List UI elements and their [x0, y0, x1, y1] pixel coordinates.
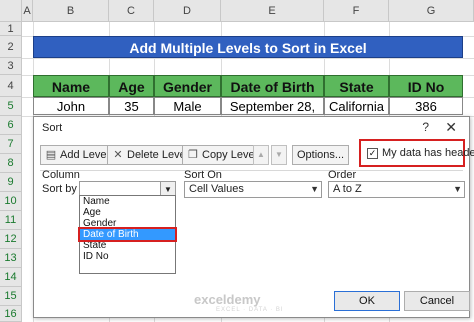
column-header-b[interactable]: B — [33, 0, 109, 22]
column-header-g[interactable]: G — [389, 0, 474, 22]
list-item[interactable]: Name — [80, 196, 175, 207]
sort-dialog: Sort ? ✕ ▤ Add Level ✕ Delete Level ❐ Copy … — [33, 116, 474, 318]
watermark-tagline: EXCEL · DATA · BI — [216, 307, 284, 313]
header-cell-name[interactable]: Name — [33, 75, 109, 97]
list-item[interactable]: Age — [80, 207, 175, 218]
row-header-15[interactable]: 15 — [0, 287, 22, 306]
help-button[interactable]: ? — [422, 120, 429, 134]
ok-button[interactable]: OK — [334, 291, 400, 311]
row-header-8[interactable]: 8 — [0, 154, 22, 173]
sheet-title[interactable]: Add Multiple Levels to Sort in Excel — [33, 36, 463, 58]
header-cell-gender[interactable]: Gender — [154, 75, 221, 97]
list-item-selected[interactable]: Date of Birth — [78, 227, 177, 242]
header-cell-age[interactable]: Age — [109, 75, 154, 97]
delete-level-button[interactable]: ✕ Delete Level — [107, 145, 194, 165]
column-header-c[interactable]: C — [109, 0, 154, 22]
chevron-down-icon: ▼ — [310, 184, 319, 194]
my-data-has-headers-label[interactable]: My data has headers — [382, 147, 474, 159]
add-level-icon: ▤ — [45, 149, 57, 161]
options-button[interactable]: Options... — [292, 145, 350, 165]
copy-level-label: Copy Level — [202, 149, 258, 161]
sort-by-label: Sort by — [42, 183, 77, 195]
row-header-13[interactable]: 13 — [0, 249, 22, 268]
move-down-icon: ▼ — [275, 150, 283, 159]
copy-icon: ❐ — [188, 149, 198, 161]
list-item[interactable]: Gender — [80, 218, 175, 229]
data-cell-name[interactable]: John — [33, 97, 109, 115]
order-value: A to Z — [333, 183, 362, 195]
row-header-6[interactable]: 6 — [0, 116, 22, 135]
sort-on-caption: Sort On — [184, 169, 222, 181]
row-header-5[interactable]: 5 — [0, 97, 22, 116]
cancel-button[interactable]: Cancel — [404, 291, 470, 311]
column-header-a[interactable]: A — [22, 0, 33, 22]
watermark-logo: exceldemy — [194, 292, 261, 307]
add-level-label: Add Level — [60, 149, 109, 161]
list-item[interactable]: ID No — [80, 251, 175, 262]
close-button[interactable]: ✕ — [445, 119, 457, 136]
column-header-f[interactable]: F — [324, 0, 389, 22]
row-header-14[interactable]: 14 — [0, 268, 22, 287]
list-item[interactable]: State — [80, 240, 175, 251]
column-header-e[interactable]: E — [221, 0, 324, 22]
headers-checkbox-highlight: ✓ My data has headers — [359, 139, 474, 167]
delete-level-label: Delete Level — [127, 149, 189, 161]
select-all-corner[interactable] — [0, 0, 22, 22]
row-header-7[interactable]: 7 — [0, 135, 22, 154]
chevron-down-icon: ▼ — [453, 184, 462, 194]
dialog-title: Sort — [42, 122, 63, 134]
row-header-2[interactable]: 2 — [0, 36, 22, 58]
data-cell-id-no[interactable]: 386 — [389, 97, 463, 115]
row-header-16[interactable]: 16 — [0, 306, 22, 322]
data-cell-state[interactable]: California — [324, 97, 389, 115]
add-level-button[interactable]: ▤ Add Level — [40, 145, 114, 165]
header-cell-date-of-birth[interactable]: Date of Birth — [221, 75, 324, 97]
row-header-10[interactable]: 10 — [0, 192, 22, 211]
divider — [40, 170, 463, 171]
order-caption: Order — [328, 169, 357, 181]
row-header-1[interactable]: 1 — [0, 22, 22, 36]
my-data-has-headers-checkbox[interactable]: ✓ — [367, 148, 378, 159]
row-header-3[interactable]: 3 — [0, 58, 22, 75]
header-cell-state[interactable]: State — [324, 75, 389, 97]
row-header-9[interactable]: 9 — [0, 173, 22, 192]
copy-level-button[interactable]: ❐ Copy Level — [182, 145, 263, 165]
data-cell-date-of-birth[interactable]: September 28, 1986 — [221, 97, 324, 132]
sort-on-dropdown[interactable]: Cell Values ▼ — [184, 181, 322, 198]
data-cell-gender[interactable]: Male — [154, 97, 221, 115]
order-dropdown[interactable]: A to Z ▼ — [328, 181, 465, 198]
row-header-4[interactable]: 4 — [0, 75, 22, 97]
row-header-11[interactable]: 11 — [0, 211, 22, 230]
row-header-12[interactable]: 12 — [0, 230, 22, 249]
move-up-button[interactable]: ▲ — [253, 145, 269, 165]
data-cell-age[interactable]: 35 — [109, 97, 154, 115]
sort-on-value: Cell Values — [189, 183, 244, 195]
delete-icon: ✕ — [113, 149, 123, 161]
column-header-d[interactable]: D — [154, 0, 221, 22]
column-caption: Column — [42, 169, 80, 181]
move-down-button[interactable]: ▼ — [271, 145, 287, 165]
move-up-icon: ▲ — [257, 150, 265, 159]
header-cell-id-no[interactable]: ID No — [389, 75, 463, 97]
column-options-list: Name Age Gender Date of Birth State ID N… — [78, 195, 177, 274]
